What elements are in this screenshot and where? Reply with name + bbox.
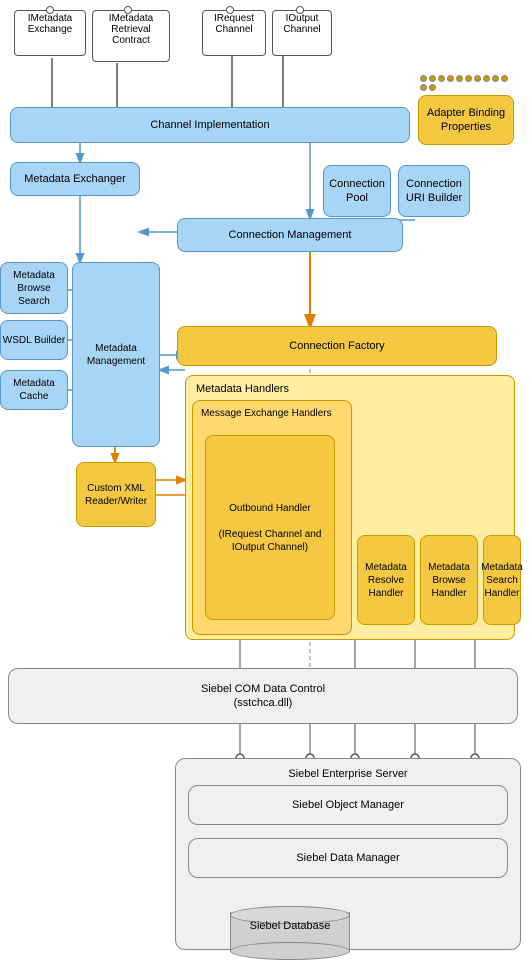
metadata-browse-search-label: Metadata Browse Search	[1, 269, 67, 308]
siebel-database-box: Siebel Database	[230, 902, 350, 957]
dot-11	[420, 84, 427, 91]
metadata-search-handler-box: Metadata Search Handler	[483, 535, 521, 625]
connection-management-label: Connection Management	[229, 228, 352, 242]
ioutput-channel-connector	[296, 6, 304, 14]
dot-6	[465, 75, 472, 82]
ioutput-channel-label: IOutput Channel	[283, 13, 320, 35]
dot-12	[429, 84, 436, 91]
connection-pool-box: Connection Pool	[323, 165, 391, 217]
connection-uri-builder-box: Connection URI Builder	[398, 165, 470, 217]
irequest-channel-box: IRequest Channel	[202, 10, 266, 56]
dot-5	[456, 75, 463, 82]
architecture-diagram: IMetadata Exchange IMetadata Retrieval C…	[0, 0, 529, 20]
imetadata-retrieval-box: IMetadata Retrieval Contract	[92, 10, 170, 62]
adapter-binding-properties-label: Adapter Binding Properties	[419, 106, 513, 135]
dot-10	[501, 75, 508, 82]
metadata-cache-label: Metadata Cache	[1, 377, 67, 403]
dot-7	[474, 75, 481, 82]
outbound-handler-box: Outbound Handler (IRequest Channel and I…	[205, 435, 335, 620]
metadata-browse-search-box: Metadata Browse Search	[0, 262, 68, 314]
channel-implementation-label: Channel Implementation	[150, 118, 269, 132]
outbound-handler-label: Outbound Handler (IRequest Channel and I…	[212, 502, 328, 554]
connection-pool-label: Connection Pool	[324, 177, 390, 206]
wsdl-builder-label: WSDL Builder	[3, 334, 65, 347]
ioutput-channel-box: IOutput Channel	[272, 10, 332, 56]
dot-1	[420, 75, 427, 82]
dot-3	[438, 75, 445, 82]
connection-factory-label: Connection Factory	[289, 339, 384, 353]
irequest-channel-connector	[226, 6, 234, 14]
custom-xml-reader-writer-label: Custom XML Reader/Writer	[77, 482, 155, 508]
connection-management-box: Connection Management	[177, 218, 403, 252]
siebel-data-manager-label: Siebel Data Manager	[296, 851, 399, 865]
dot-4	[447, 75, 454, 82]
wsdl-builder-box: WSDL Builder	[0, 320, 68, 360]
message-exchange-handlers-label: Message Exchange Handlers	[201, 407, 332, 420]
metadata-exchanger-box: Metadata Exchanger	[10, 162, 140, 196]
irequest-channel-label: IRequest Channel	[214, 13, 254, 35]
metadata-cache-box: Metadata Cache	[0, 370, 68, 410]
metadata-exchanger-label: Metadata Exchanger	[24, 172, 126, 186]
metadata-management-label: Metadata Management	[73, 342, 159, 368]
custom-xml-reader-writer-box: Custom XML Reader/Writer	[76, 462, 156, 527]
siebel-enterprise-server-label: Siebel Enterprise Server	[176, 767, 520, 781]
siebel-object-manager-box: Siebel Object Manager	[188, 785, 508, 825]
imetadata-retrieval-label: IMetadata Retrieval Contract	[109, 13, 153, 46]
adapter-binding-dots-container	[420, 75, 508, 91]
metadata-resolve-handler-label: Metadata Resolve Handler	[358, 561, 414, 600]
metadata-browse-handler-box: Metadata Browse Handler	[420, 535, 478, 625]
metadata-search-handler-label: Metadata Search Handler	[481, 561, 523, 600]
metadata-handlers-label: Metadata Handlers	[196, 382, 289, 396]
connection-factory-box: Connection Factory	[177, 326, 497, 366]
imetadata-exchange-box: IMetadata Exchange	[14, 10, 86, 56]
imetadata-exchange-label: IMetadata Exchange	[28, 13, 72, 35]
dot-2	[429, 75, 436, 82]
channel-implementation-box: Channel Implementation	[10, 107, 410, 143]
imetadata-exchange-connector	[46, 6, 54, 14]
metadata-browse-handler-label: Metadata Browse Handler	[421, 561, 477, 600]
siebel-object-manager-label: Siebel Object Manager	[292, 798, 404, 812]
siebel-com-data-control-box: Siebel COM Data Control (sstchca.dll)	[8, 668, 518, 724]
dot-8	[483, 75, 490, 82]
metadata-resolve-handler-box: Metadata Resolve Handler	[357, 535, 415, 625]
siebel-com-data-control-label: Siebel COM Data Control (sstchca.dll)	[201, 682, 325, 711]
adapter-binding-properties-box: Adapter Binding Properties	[418, 95, 514, 145]
connection-uri-builder-label: Connection URI Builder	[399, 177, 469, 206]
dot-9	[492, 75, 499, 82]
siebel-database-label: Siebel Database	[230, 920, 350, 932]
siebel-data-manager-box: Siebel Data Manager	[188, 838, 508, 878]
imetadata-retrieval-connector	[124, 6, 132, 14]
metadata-management-box: Metadata Management	[72, 262, 160, 447]
